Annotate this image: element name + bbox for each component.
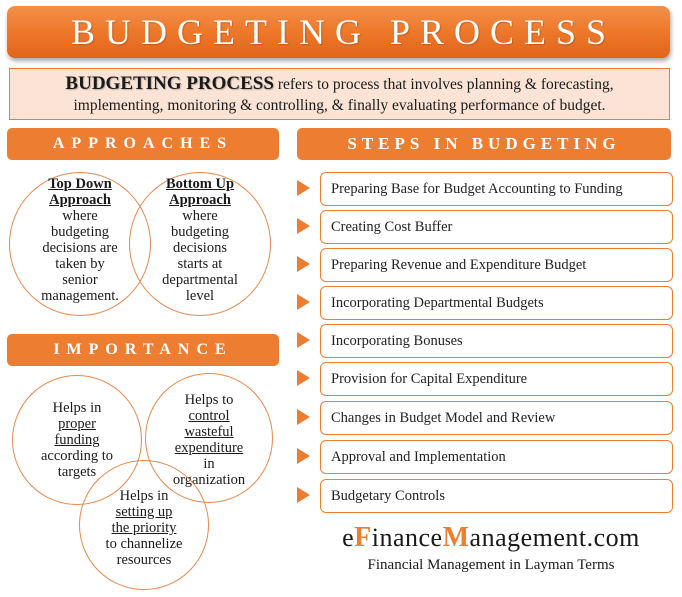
top-down-line: taken by [55,256,105,272]
step-label: Preparing Revenue and Expenditure Budget [320,248,673,282]
steps-header: STEPS IN BUDGETING [297,128,671,160]
priority-underlined: setting up [115,504,173,520]
top-down-title-2: Approach [49,192,111,208]
brand-accent-letter: M [442,522,470,553]
triangle-arrow-icon [297,294,310,310]
importance-priority-circle: Helps in setting up the priority to chan… [79,460,209,590]
definition-line-1: BUDGETING PROCESS refers to process that… [10,73,669,95]
title-banner: BUDGETING PROCESS [7,6,670,58]
top-down-line: where [62,208,98,224]
step-item: Preparing Base for Budget Accounting to … [297,172,673,206]
top-down-line: decisions are [42,240,118,256]
priority-post: to channelize [105,536,183,552]
definition-term: BUDGETING PROCESS [65,73,274,94]
funding-underlined: proper [58,416,96,432]
bottom-up-line: budgeting [171,224,229,240]
bottom-up-title-1: Bottom Up [165,176,235,192]
definition-text-1: refers to process that involves planning… [273,76,614,93]
bottom-up-approach-circle: Bottom Up Approach where budgeting decis… [129,172,271,316]
triangle-arrow-icon [297,218,310,234]
bottom-up-title-2: Approach [169,192,231,208]
importance-header: IMPORTANCE [7,334,279,366]
top-down-title-1: Top Down [48,176,112,192]
step-label: Preparing Base for Budget Accounting to … [320,172,673,206]
priority-underlined: the priority [111,520,177,536]
triangle-arrow-icon [297,180,310,196]
approaches-header: APPROACHES [7,128,279,160]
step-item: Budgetary Controls [297,479,673,513]
step-label: Creating Cost Buffer [320,210,673,244]
brand-part: anagement.com [469,523,640,552]
top-down-line: senior [62,272,98,288]
control-underlined: expenditure [174,440,244,456]
triangle-arrow-icon [297,370,310,386]
triangle-arrow-icon [297,409,310,425]
bottom-up-line: starts at [177,256,223,272]
triangle-arrow-icon [297,448,310,464]
funding-post: targets [57,464,97,480]
step-item: Approval and Implementation [297,440,673,474]
step-item: Preparing Revenue and Expenditure Budget [297,248,673,282]
step-label: Provision for Capital Expenditure [320,362,673,396]
priority-post: resources [116,552,172,568]
triangle-arrow-icon [297,487,310,503]
control-underlined: control [188,408,230,424]
definition-box: BUDGETING PROCESS refers to process that… [9,68,670,120]
step-item: Incorporating Bonuses [297,324,673,358]
bottom-up-line: where [182,208,218,224]
step-item: Creating Cost Buffer [297,210,673,244]
control-pre: Helps to [184,392,234,408]
step-item: Changes in Budget Model and Review [297,401,673,435]
step-label: Approval and Implementation [320,440,673,474]
funding-underlined: funding [54,432,100,448]
step-item: Provision for Capital Expenditure [297,362,673,396]
definition-line-2: implementing, monitoring & controlling, … [73,97,606,114]
top-down-line: management. [41,288,119,304]
funding-post: according to [40,448,114,464]
brand-tagline: Financial Management in Layman Terms [367,557,615,573]
step-label: Incorporating Departmental Budgets [320,286,673,320]
step-item: Incorporating Departmental Budgets [297,286,673,320]
brand-part: inance [371,523,443,552]
bottom-up-line: level [185,288,215,304]
step-label: Budgetary Controls [320,479,673,513]
funding-pre: Helps in [52,400,102,416]
step-label: Incorporating Bonuses [320,324,673,358]
page-title: BUDGETING PROCESS [70,12,617,52]
bottom-up-line: decisions [173,240,227,256]
bottom-up-line: departmental [162,272,238,288]
brand-accent-letter: F [354,522,372,553]
step-label: Changes in Budget Model and Review [320,401,673,435]
triangle-arrow-icon [297,332,310,348]
brand-logo: eFinanceManagement.com [300,522,682,554]
priority-pre: Helps in [119,488,169,504]
control-underlined: wasteful [184,424,234,440]
brand-part: e [342,523,355,552]
control-post: in [203,456,215,472]
triangle-arrow-icon [297,256,310,272]
top-down-line: budgeting [51,224,109,240]
